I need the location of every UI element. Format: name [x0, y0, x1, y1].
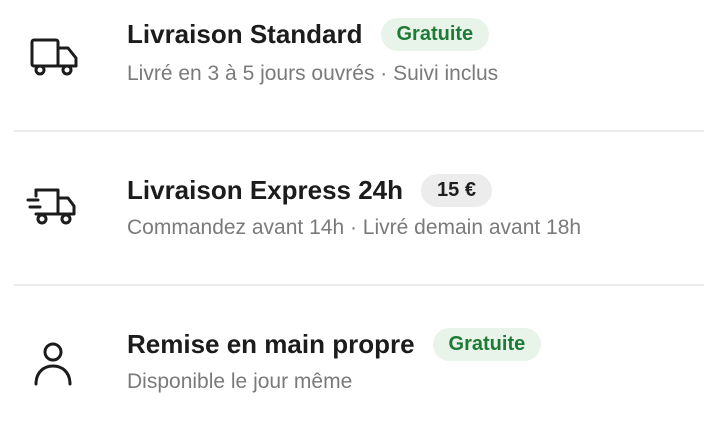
price-badge: Gratuite	[380, 18, 490, 51]
express-truck-icon	[22, 182, 82, 234]
delivery-option-express[interactable]: Livraison Express 24h 15 € Commandez ava…	[0, 132, 724, 286]
price-badge: 15 €	[421, 174, 492, 207]
option-subtitle: Livré en 3 à 5 jours ouvrés · Suivi incl…	[127, 62, 499, 85]
price-badge: Gratuite	[432, 328, 542, 361]
delivery-options-list: Livraison Standard Gratuite Livré en 3 à…	[0, 0, 724, 440]
person-icon	[22, 338, 82, 390]
delivery-option-standard[interactable]: Livraison Standard Gratuite Livré en 3 à…	[0, 0, 724, 132]
option-subtitle: Commandez avant 14h · Livré demain avant…	[127, 216, 582, 239]
option-title: Livraison Standard	[127, 19, 363, 49]
option-subtitle: Disponible le jour même	[127, 370, 353, 393]
option-title: Livraison Express 24h	[127, 175, 404, 205]
truck-icon	[22, 32, 82, 84]
delivery-option-pickup[interactable]: Remise en main propre Gratuite Disponibl…	[0, 286, 724, 440]
option-title: Remise en main propre	[127, 329, 415, 359]
